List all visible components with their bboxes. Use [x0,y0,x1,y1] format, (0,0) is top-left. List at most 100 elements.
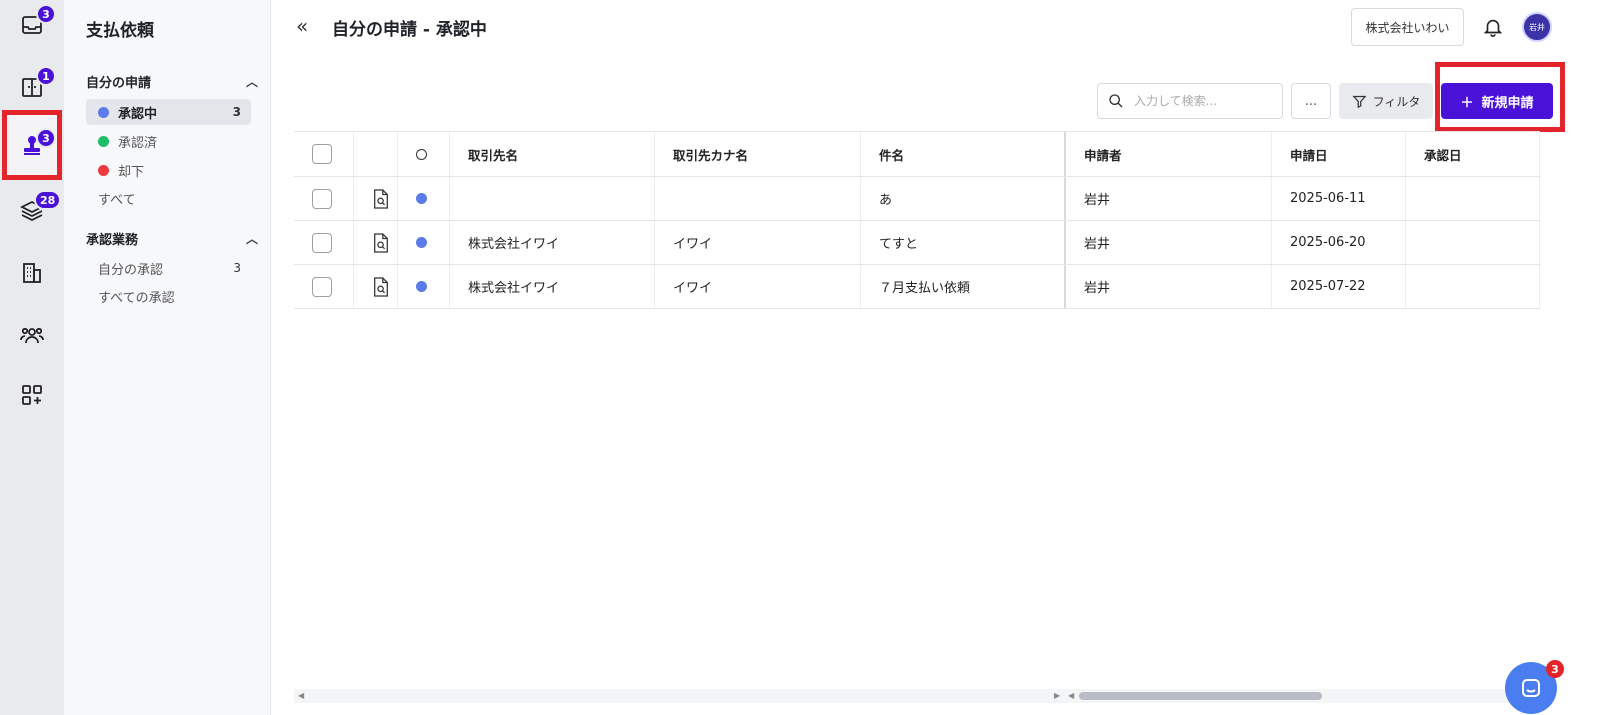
table-row[interactable]: 株式会社イワイ イワイ ７月支払い依頼 岩井 2025-07-22 [294,265,1540,309]
nav-item-pending-count: 3 [232,105,241,119]
applicant-cell: 岩井 [1066,177,1272,220]
vendor-kana-cell: イワイ [655,221,861,264]
users-icon [20,327,44,344]
table-row[interactable]: あ岩井 2025-06-11 [294,177,1540,221]
vendor-kana-cell: イワイ [655,265,861,308]
row-select-cell [294,221,354,264]
section-my-requests[interactable]: 自分の申請 ︿ [86,72,258,91]
document-preview-icon[interactable] [372,276,390,297]
nav-item-all-approval-label: すべての承認 [98,290,175,306]
rail-inbox[interactable]: 3 [4,0,60,50]
filter-button[interactable]: フィルタ [1339,83,1433,119]
bell-icon[interactable] [1482,16,1504,38]
rail-payment-request[interactable]: 3 [2,110,62,180]
search-box[interactable] [1097,83,1283,119]
nav-item-my-approval-label: 自分の承認 [98,262,164,278]
subject-cell: てすと [861,221,1066,264]
scrollbar-thumb[interactable] [1079,692,1322,700]
document-preview-icon[interactable] [372,188,390,209]
select-all-cell [294,132,354,176]
search-icon [1109,94,1123,108]
approve-date-cell [1406,265,1540,308]
status-dot-pending [416,193,427,204]
book-badge: 1 [36,66,56,86]
building-icon [23,263,41,283]
nav-item-rejected-label: 却下 [118,164,145,180]
vendor-kana-cell [655,177,861,220]
collapse-sidebar-icon[interactable]: « [296,14,308,38]
stamp-badge: 3 [36,128,56,148]
inbox-badge: 3 [36,4,56,24]
preview-header [354,132,398,176]
page-title: 自分の申請 - 承認中 [332,20,487,40]
rail-layers[interactable]: 28 [4,186,62,236]
row-status-cell [398,265,450,308]
apps-add-icon [22,385,42,405]
row-checkbox[interactable] [312,232,332,253]
nav-item-pending[interactable]: 承認中 3 [86,99,251,125]
rail-book[interactable]: 1 [4,62,60,112]
row-checkbox[interactable] [312,276,332,297]
chevron-up-icon: ︿ [245,232,258,246]
section-approval[interactable]: 承認業務 ︿ [86,229,258,248]
rail-apps[interactable] [4,370,60,420]
col-vendor-kana[interactable]: 取引先カナ名 [655,132,861,176]
scroll-right-arrow-icon[interactable]: ▶ [1054,691,1060,700]
status-header [398,132,450,176]
status-dot-pending [416,281,427,292]
search-input[interactable] [1134,94,1274,108]
more-options-button[interactable]: ... [1291,83,1331,119]
row-preview-cell [354,177,398,220]
company-switch-button[interactable]: 株式会社いわい [1351,8,1464,46]
table-header-row: 取引先名 取引先カナ名 件名 申請者 申請日 承認日 [294,131,1540,177]
chevron-up-icon: ︿ [245,75,258,89]
scroll-left-arrow-icon[interactable]: ◀ [298,691,304,700]
row-select-cell [294,265,354,308]
apply-date-cell: 2025-06-20 [1272,221,1406,264]
row-status-cell [398,177,450,220]
rail-users[interactable] [4,310,60,360]
filter-label: フィルタ [1372,94,1421,109]
row-preview-cell [354,221,398,264]
table-row[interactable]: 株式会社イワイ イワイ てすと 岩井 2025-06-20 [294,221,1540,265]
new-request-button[interactable]: ＋ 新規申請 [1441,83,1553,119]
nav-item-pending-label: 承認中 [118,106,158,122]
col-vendor[interactable]: 取引先名 [450,132,655,176]
col-applicant[interactable]: 申請者 [1066,132,1272,176]
vendor-cell: 株式会社イワイ [450,265,655,308]
new-request-label: 新規申請 [1481,95,1534,111]
subject-cell: あ [861,177,1066,220]
apply-date-cell: 2025-07-22 [1272,265,1406,308]
nav-item-approved[interactable]: 承認済 [86,128,251,154]
nav-item-all-label: すべて [98,192,136,208]
layers-badge: 28 [34,190,62,210]
requests-table: 取引先名 取引先カナ名 件名 申請者 申請日 承認日 あ岩井 2025-06-11… [294,131,1540,309]
section-my-requests-label: 自分の申請 [86,76,152,91]
section-approval-label: 承認業務 [86,233,139,248]
applicant-cell: 岩井 [1066,265,1272,308]
status-circle-icon [416,148,427,160]
nav-item-all[interactable]: すべて [86,185,251,211]
col-approve-date[interactable]: 承認日 [1406,132,1540,176]
row-select-cell [294,177,354,220]
select-all-checkbox[interactable] [312,144,332,164]
avatar[interactable]: 岩井 [1522,12,1552,42]
document-preview-icon[interactable] [372,232,390,253]
vendor-cell: 株式会社イワイ [450,221,655,264]
icon-rail: 3 1 3 28 [0,0,64,715]
status-dot-approved [98,135,109,147]
nav-item-my-approval[interactable]: 自分の承認 3 [86,255,251,281]
scroll-left-arrow-icon[interactable]: ◀ [1068,691,1074,700]
col-apply-date[interactable]: 申請日 [1272,132,1406,176]
nav-item-all-approval[interactable]: すべての承認 [86,283,251,309]
row-checkbox[interactable] [312,188,332,209]
nav-item-my-approval-count: 3 [233,261,241,275]
col-subject[interactable]: 件名 [861,132,1066,176]
apply-date-cell: 2025-06-11 [1272,177,1406,220]
rail-company[interactable] [4,248,60,298]
nav-item-rejected[interactable]: 却下 [86,157,251,183]
status-dot-pending [98,106,109,118]
approve-date-cell [1406,221,1540,264]
horizontal-scrollbar[interactable]: ◀ ▶ ◀ [294,689,1540,703]
app-root: 3 1 3 28 支払依頼 自分の申請 ︿ 承認中 3 承認済 却下 すべて 承… [0,0,1600,715]
